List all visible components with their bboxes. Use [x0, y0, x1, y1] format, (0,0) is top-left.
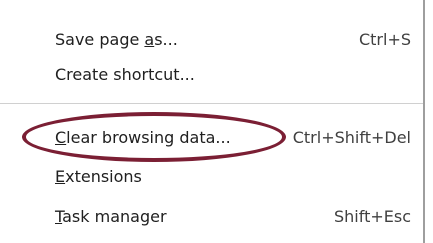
label-text: Save page: [55, 30, 145, 49]
label-text: s...: [154, 30, 178, 49]
mnemonic-letter: a: [144, 30, 155, 49]
mnemonic-letter: E: [55, 167, 66, 186]
menu-item-clear-browsing-data[interactable]: Clear browsing data... Ctrl+Shift+Del: [0, 120, 423, 156]
menu-item-label: Clear browsing data...: [55, 128, 231, 147]
menu-item-label: Save page as...: [55, 30, 178, 49]
label-text: ask manager: [62, 207, 167, 226]
menu-item-extensions[interactable]: Extensions: [0, 159, 423, 195]
shortcut-text: Ctrl+Shift+Del: [292, 128, 411, 147]
context-menu: Save page as... Ctrl+S Create shortcut..…: [0, 0, 425, 243]
menu-item-create-shortcut[interactable]: Create shortcut...: [0, 57, 423, 93]
label-text: Create shortcut...: [55, 65, 195, 84]
menu-separator: [0, 103, 423, 104]
shortcut-text: Shift+Esc: [333, 207, 411, 226]
mnemonic-letter: C: [55, 128, 67, 147]
label-text: xtensions: [65, 167, 142, 186]
menu-item-task-manager[interactable]: Task manager Shift+Esc: [0, 199, 423, 235]
menu-item-label: Create shortcut...: [55, 65, 195, 84]
shortcut-text: Ctrl+S: [358, 30, 411, 49]
menu-item-save-page-as[interactable]: Save page as... Ctrl+S: [0, 22, 423, 58]
menu-item-label: Extensions: [55, 167, 142, 186]
menu-item-label: Task manager: [55, 207, 167, 226]
label-text: lear browsing data...: [66, 128, 231, 147]
